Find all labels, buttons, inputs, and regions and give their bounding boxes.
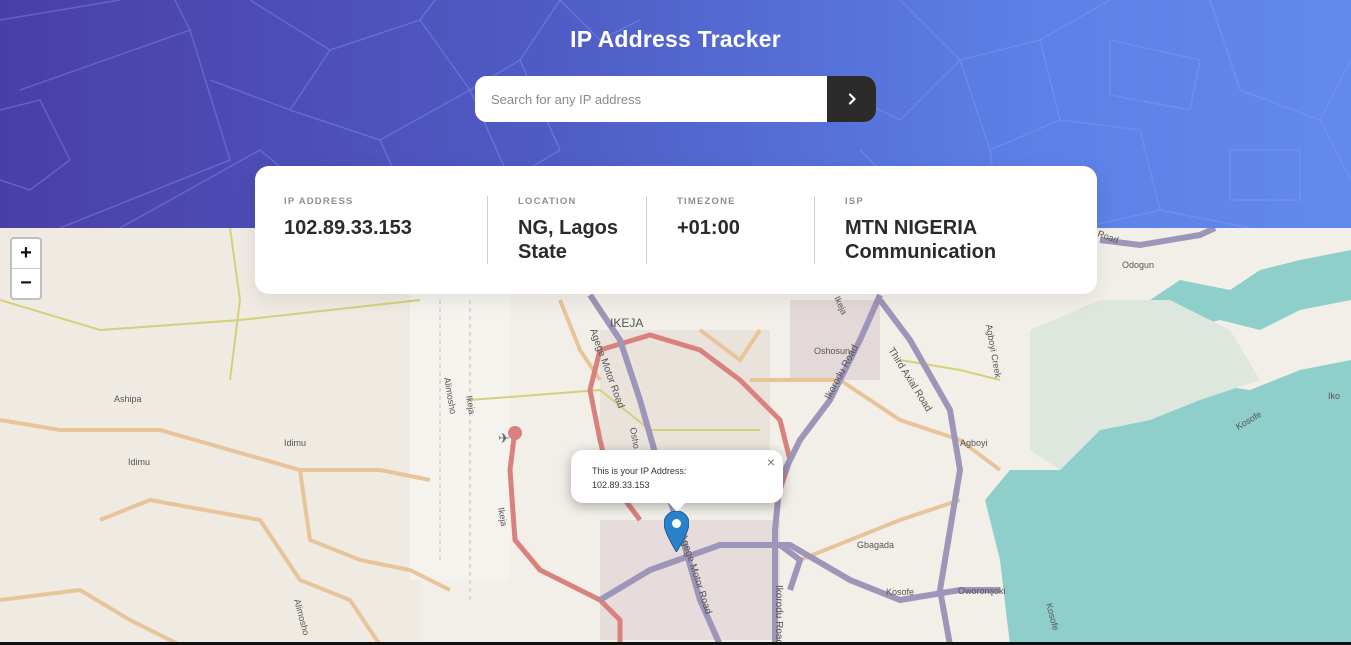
map-label: Agboyi — [960, 438, 988, 448]
location-section: LOCATION NG, Lagos State — [518, 196, 618, 264]
isp-label: ISP — [845, 196, 864, 207]
popup-line-1: This is your IP Address: — [592, 466, 687, 476]
map-label: Gbagada — [857, 540, 894, 550]
popup-text: This is your IP Address: 102.89.33.153 — [592, 464, 686, 492]
zoom-out-button[interactable]: − — [12, 268, 40, 298]
divider — [487, 196, 488, 264]
map-label: Oshosun — [814, 346, 850, 356]
ip-popup: This is your IP Address: 102.89.33.153 × — [571, 450, 783, 512]
ip-search-input[interactable] — [475, 76, 827, 122]
popup-close-button[interactable]: × — [767, 454, 775, 470]
isp-line-2: Communication — [845, 241, 997, 263]
location-marker-icon[interactable] — [664, 511, 689, 552]
map-label: Oworonşoki — [958, 586, 1006, 596]
ip-info-card: IP ADDRESS 102.89.33.153 LOCATION NG, La… — [255, 166, 1097, 294]
location-value: NG, Lagos State — [518, 216, 618, 264]
page-title: IP Address Tracker — [570, 26, 781, 52]
ip-address-section: IP ADDRESS 102.89.33.153 — [284, 196, 412, 240]
isp-section: ISP MTN NIGERIA Communication — [845, 196, 996, 264]
map-label: Agboyi Creek — [984, 324, 1003, 379]
divider — [814, 196, 815, 264]
location-label: LOCATION — [518, 196, 577, 207]
zoom-control: + − — [10, 237, 42, 300]
location-line-1: NG, Lagos — [518, 217, 619, 239]
ip-address-label: IP ADDRESS — [284, 196, 354, 207]
map-label: Ikorodu Road — [773, 585, 784, 645]
timezone-value: +01:00 — [677, 217, 740, 239]
airport-icon: ✈ — [498, 430, 510, 446]
location-line-2: State — [518, 241, 567, 263]
map-label: Odogun — [1122, 260, 1154, 270]
map-label: Iko — [1328, 391, 1340, 401]
ip-address-value: 102.89.33.153 — [284, 217, 412, 239]
map-label: IKEJA — [610, 316, 643, 330]
isp-value: MTN NIGERIA Communication — [845, 216, 996, 264]
isp-line-1: MTN NIGERIA — [845, 217, 978, 239]
popup-line-2: 102.89.33.153 — [592, 480, 650, 490]
timezone-section: TIMEZONE +01:00 — [677, 196, 740, 240]
chevron-right-icon — [848, 93, 856, 105]
zoom-in-button[interactable]: + — [12, 239, 40, 268]
divider — [646, 196, 647, 264]
map-label: Ashipa — [114, 394, 142, 404]
timezone-label: TIMEZONE — [677, 196, 736, 207]
search-bar — [475, 76, 876, 122]
map-label: Idimu — [284, 438, 306, 448]
map-label: Third Axial Road — [885, 346, 933, 414]
map-label: Kosofe — [886, 587, 914, 597]
map-label: Idimu — [128, 457, 150, 467]
search-submit-button[interactable] — [827, 76, 876, 122]
